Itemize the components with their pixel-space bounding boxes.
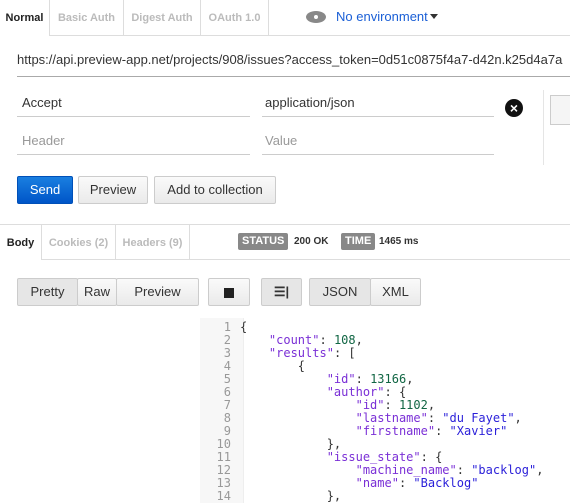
tab-headers[interactable]: Headers (9) <box>116 225 190 260</box>
fullscreen-icon <box>224 287 234 298</box>
line-number: 8 <box>223 411 231 425</box>
header-value-value: application/json <box>265 95 355 110</box>
line-number: 2 <box>223 333 231 347</box>
header-placeholder: Header <box>22 133 65 148</box>
wrap-lines-icon: ☰| <box>273 284 290 299</box>
time-value: 1465 ms <box>379 236 419 247</box>
remove-header-icon[interactable]: × <box>505 99 523 117</box>
code-token: , <box>536 463 544 477</box>
add-to-collection-button[interactable]: Add to collection <box>154 176 276 204</box>
wrap-lines-button[interactable]: ☰| <box>261 278 302 306</box>
status-badge: STATUS <box>238 233 289 250</box>
line-number: 4 <box>223 359 231 373</box>
code-token: : <box>435 424 450 438</box>
send-button[interactable]: Send <box>17 176 73 204</box>
tab-divider <box>50 35 570 36</box>
xml-button[interactable]: XML <box>370 278 421 306</box>
preview-mode-button[interactable]: Preview <box>116 278 199 306</box>
header-value-input[interactable]: application/json <box>262 95 494 117</box>
line-number: 6 <box>223 385 231 399</box>
code-token: : <box>398 476 414 490</box>
pretty-button[interactable]: Pretty <box>17 278 78 306</box>
new-header-value-input[interactable]: Value <box>262 133 494 155</box>
response-tab-line <box>190 259 570 260</box>
json-button[interactable]: JSON <box>309 278 371 306</box>
code-token: "firstname" <box>355 424 436 438</box>
code-token: , <box>355 333 363 347</box>
code-token: "Backlog" <box>413 476 479 490</box>
code-token: : [ <box>333 346 356 360</box>
tab-oauth[interactable]: OAuth 1.0 <box>201 0 269 36</box>
line-number: 5 <box>223 372 231 386</box>
code-token: }, <box>240 489 342 503</box>
tab-cookies[interactable]: Cookies (2) <box>42 225 116 260</box>
line-number: 3 <box>223 346 231 360</box>
tab-normal[interactable]: Normal <box>0 0 50 36</box>
eye-icon <box>306 10 326 23</box>
header-key-value: Accept <box>22 95 62 110</box>
vertical-divider <box>543 90 544 165</box>
new-header-key-input[interactable]: Header <box>17 133 250 155</box>
code-token: , <box>406 372 414 386</box>
chevron-down-icon <box>429 14 438 19</box>
response-body: 1{2 "count": 108, 3 "results": [4 {5 "id"… <box>200 320 544 503</box>
tab-digest-auth[interactable]: Digest Auth <box>124 0 201 36</box>
code-token: "name" <box>355 476 399 490</box>
fullscreen-button[interactable] <box>208 278 250 306</box>
line-number: 1 <box>223 320 231 334</box>
line-number: 14 <box>216 489 231 503</box>
raw-button[interactable]: Raw <box>77 278 117 306</box>
status-value: 200 OK <box>294 236 329 247</box>
url-input[interactable]: https://api.preview-app.net/projects/908… <box>17 52 570 77</box>
environment-selector[interactable]: No environment <box>306 9 438 24</box>
code-line: 14 }, <box>200 490 543 503</box>
header-key-input[interactable]: Accept <box>17 95 250 117</box>
preview-button[interactable]: Preview <box>78 176 148 204</box>
line-number: 7 <box>223 398 231 412</box>
time-badge: TIME <box>341 233 376 250</box>
environment-label: No environment <box>336 9 428 24</box>
tab-body[interactable]: Body <box>0 225 42 260</box>
side-button[interactable] <box>550 95 570 125</box>
code-token: "backlog" <box>471 463 537 477</box>
code-token: , <box>514 411 522 425</box>
tab-basic-auth[interactable]: Basic Auth <box>50 0 124 36</box>
code-token: "Xavier" <box>449 424 508 438</box>
value-placeholder: Value <box>265 133 298 148</box>
